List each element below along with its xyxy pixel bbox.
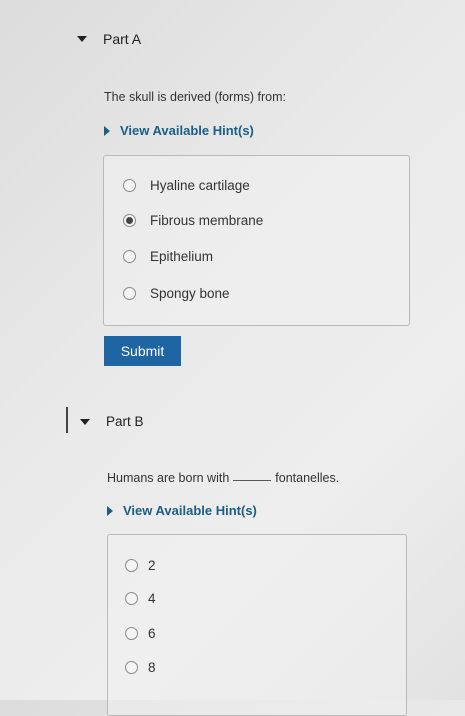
- part-b-choices: 2 4 6 8: [107, 534, 407, 716]
- radio-button[interactable]: [123, 287, 136, 300]
- part-b-header[interactable]: Part B: [80, 414, 144, 429]
- choice-2[interactable]: 2: [125, 558, 156, 573]
- assignment-page: Part A The skull is derived (forms) from…: [0, 0, 465, 716]
- part-a-header[interactable]: Part A: [77, 31, 141, 47]
- radio-button[interactable]: [125, 661, 138, 674]
- part-b-question: Humans are born with fontanelles.: [107, 471, 339, 485]
- question-text-after: fontanelles.: [275, 471, 340, 485]
- expand-caret-icon: [104, 125, 110, 136]
- choice-label: Fibrous membrane: [150, 213, 264, 228]
- collapse-caret-icon: [80, 418, 90, 425]
- expand-caret-icon: [107, 505, 113, 516]
- hint-label: View Available Hint(s): [123, 503, 257, 518]
- choice-label: 2: [148, 558, 156, 573]
- part-b-hint-toggle[interactable]: View Available Hint(s): [107, 503, 257, 518]
- part-a-choices: Hyaline cartilage Fibrous membrane Epith…: [103, 155, 410, 326]
- choice-8[interactable]: 8: [125, 660, 156, 675]
- choice-label: Hyaline cartilage: [150, 178, 250, 193]
- choice-label: 4: [148, 591, 156, 606]
- choice-epithelium[interactable]: Epithelium: [123, 249, 213, 264]
- submit-button[interactable]: Submit: [104, 336, 181, 366]
- fill-in-blank: [233, 480, 272, 481]
- choice-hyaline-cartilage[interactable]: Hyaline cartilage: [123, 178, 250, 193]
- part-a-title: Part A: [103, 31, 142, 47]
- part-b-title: Part B: [106, 414, 144, 429]
- hint-label: View Available Hint(s): [120, 123, 254, 138]
- radio-button-selected[interactable]: [123, 214, 136, 227]
- choice-spongy-bone[interactable]: Spongy bone: [123, 286, 230, 301]
- choice-label: 6: [148, 626, 156, 641]
- collapse-caret-icon: [77, 36, 87, 42]
- radio-button[interactable]: [123, 250, 136, 263]
- part-a-question: The skull is derived (forms) from:: [104, 90, 286, 104]
- choice-fibrous-membrane[interactable]: Fibrous membrane: [123, 213, 263, 228]
- part-a-hint-toggle[interactable]: View Available Hint(s): [104, 123, 254, 138]
- choice-6[interactable]: 6: [125, 626, 156, 641]
- choice-label: Epithelium: [150, 249, 214, 264]
- radio-button[interactable]: [125, 559, 138, 572]
- choice-4[interactable]: 4: [125, 591, 156, 606]
- choice-label: Spongy bone: [150, 286, 230, 301]
- radio-button[interactable]: [125, 592, 138, 605]
- radio-button[interactable]: [125, 627, 138, 640]
- choice-label: 8: [148, 660, 156, 675]
- radio-button[interactable]: [123, 179, 136, 192]
- question-text-before: Humans are born with: [107, 471, 230, 485]
- cursor-marker: [66, 407, 68, 433]
